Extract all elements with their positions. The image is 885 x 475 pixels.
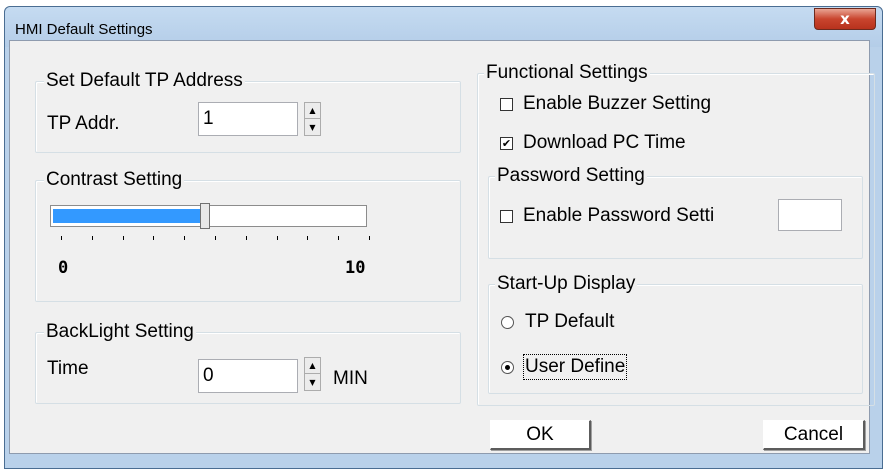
- tp-address-legend: Set Default TP Address: [44, 70, 245, 91]
- contrast-tick: [307, 236, 309, 240]
- close-icon: x: [840, 10, 850, 28]
- download-pc-time-label: Download PC Time: [523, 132, 686, 153]
- cancel-button[interactable]: Cancel: [763, 420, 865, 450]
- spin-up-icon[interactable]: ▲: [305, 103, 320, 119]
- backlight-time-label: Time: [47, 358, 89, 379]
- ok-button[interactable]: OK: [490, 420, 591, 450]
- contrast-tick: [276, 236, 278, 240]
- radio-user-define[interactable]: User Define: [501, 354, 628, 380]
- password-input[interactable]: [778, 199, 842, 231]
- startup-display-legend: Start-Up Display: [495, 273, 638, 294]
- backlight-time-input[interactable]: 0: [198, 359, 298, 393]
- download-pc-time-checkbox[interactable]: ✔ Download PC Time: [500, 132, 686, 154]
- contrast-tick: [215, 236, 216, 240]
- contrast-tick: [91, 236, 93, 240]
- contrast-tick: [245, 236, 247, 240]
- window-title: HMI Default Settings: [15, 21, 153, 38]
- close-button[interactable]: x: [814, 8, 876, 30]
- functional-settings-legend: Functional Settings: [484, 62, 650, 83]
- enable-password-checkbox[interactable]: Enable Password Setti: [500, 205, 714, 227]
- contrast-tick: [184, 236, 186, 240]
- checkbox-empty-icon[interactable]: [500, 209, 513, 223]
- buzzer-checkbox[interactable]: Enable Buzzer Setting: [500, 93, 711, 115]
- tp-addr-spinner[interactable]: ▲ ▼: [304, 102, 321, 136]
- contrast-min-label: 0: [58, 258, 69, 278]
- buzzer-checkbox-label: Enable Buzzer Setting: [523, 93, 712, 114]
- checkbox-checked-icon[interactable]: ✔: [500, 136, 513, 150]
- contrast-group: Contrast Setting: [35, 170, 461, 302]
- radio-tp-default[interactable]: TP Default: [501, 311, 614, 333]
- radio-unselected-icon[interactable]: [501, 315, 514, 329]
- contrast-max-label: 10: [345, 258, 366, 278]
- radio-tp-default-label: TP Default: [525, 311, 615, 332]
- spin-down-icon[interactable]: ▼: [305, 119, 320, 135]
- spin-down-icon[interactable]: ▼: [305, 374, 320, 390]
- tp-addr-label: TP Addr.: [47, 113, 120, 134]
- contrast-tick: [369, 236, 370, 240]
- radio-selected-icon[interactable]: [501, 360, 514, 374]
- password-legend: Password Setting: [495, 165, 647, 186]
- contrast-tick: [61, 236, 62, 240]
- contrast-tick: [338, 236, 340, 240]
- contrast-tick: [122, 236, 124, 240]
- contrast-legend: Contrast Setting: [44, 169, 185, 190]
- enable-password-label: Enable Password Setti: [523, 205, 715, 226]
- backlight-time-spinner[interactable]: ▲ ▼: [304, 357, 321, 391]
- radio-user-define-label: User Define: [522, 354, 628, 380]
- contrast-slider[interactable]: [50, 203, 367, 229]
- checkbox-empty-icon[interactable]: [500, 97, 513, 111]
- contrast-slider-fill: [53, 209, 201, 223]
- spin-up-icon[interactable]: ▲: [305, 358, 320, 374]
- contrast-tick: [153, 236, 155, 240]
- tp-addr-input[interactable]: 1: [198, 102, 298, 136]
- backlight-unit-label: MIN: [333, 368, 368, 389]
- backlight-legend: BackLight Setting: [44, 321, 196, 342]
- contrast-slider-thumb[interactable]: [200, 203, 210, 229]
